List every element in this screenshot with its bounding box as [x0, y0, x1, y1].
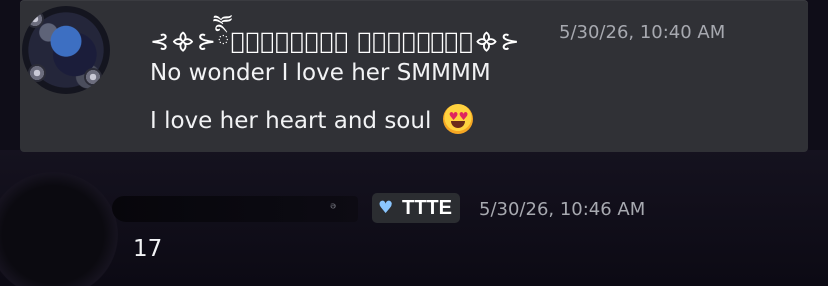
username-fragment: ᵊ [330, 199, 337, 218]
avatar[interactable] [22, 6, 110, 94]
redacted-avatar [0, 172, 118, 286]
message-content: 17 [133, 236, 163, 262]
message-line-with-emoji: I love her heart and soul ♥ ♥ [150, 104, 473, 134]
rose-decoration-icon [84, 68, 102, 86]
heart-eyes-emoji-icon: ♥ ♥ [442, 104, 473, 134]
role-tag-label: TTTE [402, 196, 452, 219]
message-line: No wonder I love her SMMMM [150, 60, 491, 86]
blue-heart-icon: ♥ [378, 198, 394, 218]
rose-decoration-icon [26, 10, 44, 28]
rose-decoration-icon [28, 64, 46, 82]
message-line: I love her heart and soul [150, 108, 432, 134]
message-timestamp: 5/30/26, 10:40 AM [559, 22, 726, 43]
role-tag[interactable]: ♥ TTTE [372, 193, 460, 223]
redacted-username [112, 196, 358, 222]
message-timestamp: 5/30/26, 10:46 AM [479, 199, 646, 220]
